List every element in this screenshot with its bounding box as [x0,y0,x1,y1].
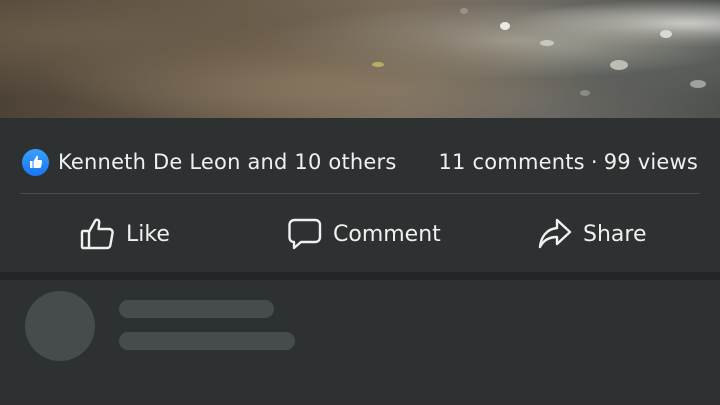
engagement-bar: Kenneth De Leon and 10 others 11 comment… [0,118,720,272]
reactions-text[interactable]: Kenneth De Leon and 10 others [58,150,397,174]
video-frame[interactable] [0,0,720,118]
post-stats: 11 comments · 99 views [439,150,699,174]
media-texture [500,22,510,30]
reactions-summary-row: Kenneth De Leon and 10 others 11 comment… [22,146,698,178]
comment-button[interactable]: Comment [287,214,441,254]
text-line-placeholder [119,300,274,318]
share-button[interactable]: Share [537,214,647,254]
like-label: Like [126,221,170,247]
divider [20,193,700,194]
media-texture [580,90,590,96]
media-texture [660,30,672,38]
media-texture [460,8,468,14]
avatar-placeholder [25,291,95,361]
section-separator [0,272,720,280]
comment-label: Comment [333,221,441,247]
thumbs-up-icon [80,217,116,251]
comment-bubble-icon [287,217,323,251]
comments-count[interactable]: 11 comments [439,150,585,174]
comment-loading-placeholder [0,280,720,405]
text-line-placeholder [119,332,295,350]
stats-separator: · [590,150,598,174]
media-texture [610,60,628,70]
share-label: Share [583,221,647,247]
share-arrow-icon [537,217,573,251]
media-texture [372,62,384,67]
like-button[interactable]: Like [80,214,170,254]
reactions-summary[interactable]: Kenneth De Leon and 10 others [22,148,397,176]
media-texture [540,40,554,46]
views-count: 99 views [603,150,698,174]
action-bar: Like Comment Share [0,214,720,254]
like-reaction-icon [22,148,49,176]
media-texture [690,80,706,88]
